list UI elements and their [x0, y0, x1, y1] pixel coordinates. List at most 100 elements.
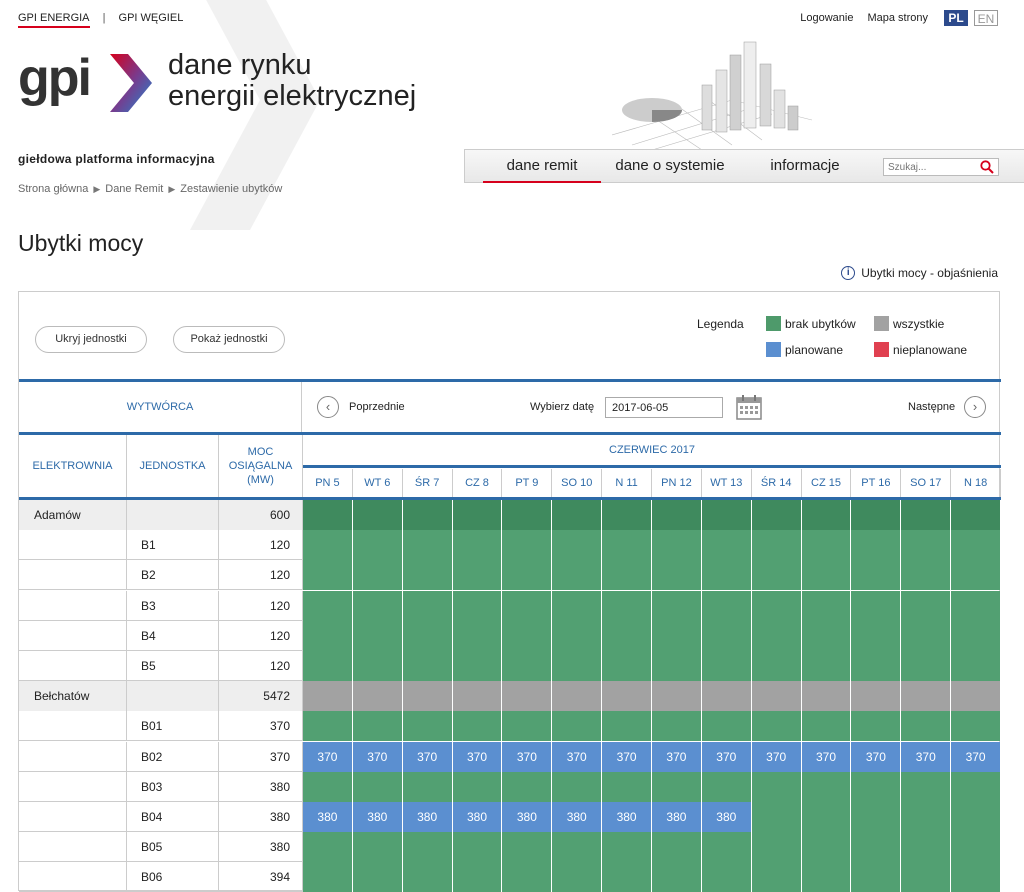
day-cell[interactable] — [402, 832, 453, 863]
day-cell[interactable] — [901, 620, 952, 651]
day-cell[interactable] — [801, 560, 852, 591]
day-cell[interactable] — [901, 590, 952, 621]
day-cell[interactable] — [303, 560, 353, 591]
day-cell[interactable] — [552, 560, 603, 591]
day-cell[interactable] — [452, 500, 503, 530]
day-cell[interactable] — [602, 620, 653, 651]
day-cell[interactable] — [801, 590, 852, 621]
day-cell[interactable] — [402, 530, 453, 561]
day-cell[interactable] — [652, 620, 702, 651]
day-cell[interactable] — [701, 771, 752, 802]
day-cell[interactable] — [851, 651, 902, 681]
day-cell[interactable] — [652, 832, 702, 863]
day-cell[interactable] — [851, 862, 902, 892]
day-cell[interactable] — [652, 500, 702, 530]
day-cell[interactable] — [352, 560, 403, 591]
day-cell[interactable] — [352, 590, 403, 621]
day-cell[interactable] — [751, 862, 802, 892]
date-input[interactable] — [605, 397, 723, 418]
day-cell[interactable]: 380 — [652, 802, 702, 832]
day-cell[interactable] — [901, 802, 952, 832]
day-cell[interactable] — [602, 832, 653, 863]
day-cell[interactable] — [552, 620, 603, 651]
day-cell[interactable] — [502, 560, 553, 591]
day-cell[interactable] — [602, 711, 653, 742]
day-cell[interactable] — [652, 771, 702, 802]
day-cell[interactable] — [801, 711, 852, 742]
day-cell[interactable] — [303, 681, 353, 712]
day-cell[interactable] — [552, 530, 603, 561]
tab-dane-remit[interactable]: dane remit — [483, 150, 601, 183]
day-cell[interactable]: 370 — [602, 741, 653, 772]
day-cell[interactable] — [552, 862, 603, 892]
login-link[interactable]: Logowanie — [800, 12, 853, 24]
day-cell[interactable] — [851, 711, 902, 742]
day-cell[interactable] — [701, 862, 752, 892]
day-cell[interactable] — [701, 620, 752, 651]
day-cell[interactable] — [751, 590, 802, 621]
day-cell[interactable] — [851, 560, 902, 591]
day-cell[interactable] — [701, 711, 752, 742]
day-cell[interactable]: 370 — [402, 741, 453, 772]
day-cell[interactable] — [602, 530, 653, 561]
day-cell[interactable] — [303, 530, 353, 561]
day-cell[interactable] — [452, 832, 503, 863]
day-cell[interactable] — [502, 832, 553, 863]
day-cell[interactable] — [502, 500, 553, 530]
day-cell[interactable] — [602, 560, 653, 591]
day-cell[interactable] — [801, 620, 852, 651]
tab-dane-o-systemie[interactable]: dane o systemie — [605, 150, 735, 183]
day-cell[interactable] — [951, 530, 1002, 561]
prev-arrow-icon[interactable]: ‹ — [317, 396, 339, 418]
day-cell[interactable]: 380 — [552, 802, 603, 832]
day-cell[interactable] — [751, 681, 802, 712]
link-gpi-wegiel[interactable]: GPI WĘGIEL — [119, 12, 184, 24]
day-cell[interactable]: 370 — [851, 741, 902, 772]
tab-informacje[interactable]: informacje — [749, 150, 861, 183]
day-cell[interactable]: 370 — [303, 741, 353, 772]
day-cell[interactable] — [303, 500, 353, 530]
day-cell[interactable] — [801, 500, 852, 530]
day-cell[interactable] — [751, 711, 802, 742]
day-cell[interactable] — [652, 681, 702, 712]
day-cell[interactable] — [901, 560, 952, 591]
day-cell[interactable] — [652, 560, 702, 591]
day-cell[interactable] — [801, 832, 852, 863]
day-cell[interactable]: 370 — [901, 741, 952, 772]
day-cell[interactable] — [901, 651, 952, 681]
day-cell[interactable] — [402, 500, 453, 530]
day-cell[interactable]: 370 — [502, 741, 553, 772]
day-cell[interactable] — [402, 681, 453, 712]
day-cell[interactable] — [751, 771, 802, 802]
day-cell[interactable] — [851, 681, 902, 712]
day-cell[interactable] — [502, 651, 553, 681]
day-cell[interactable] — [552, 832, 603, 863]
day-cell[interactable] — [701, 590, 752, 621]
day-cell[interactable] — [452, 560, 503, 591]
next-label[interactable]: Następne — [908, 401, 955, 413]
day-cell[interactable] — [303, 711, 353, 742]
day-cell[interactable] — [402, 771, 453, 802]
day-cell[interactable] — [751, 560, 802, 591]
calendar-icon[interactable] — [735, 393, 763, 421]
day-cell[interactable] — [652, 651, 702, 681]
day-cell[interactable] — [751, 832, 802, 863]
day-cell[interactable]: 380 — [303, 802, 353, 832]
day-cell[interactable] — [652, 862, 702, 892]
day-cell[interactable] — [502, 771, 553, 802]
sitemap-link[interactable]: Mapa strony — [867, 12, 928, 24]
day-cell[interactable] — [303, 590, 353, 621]
day-cell[interactable] — [851, 500, 902, 530]
day-cell[interactable] — [901, 711, 952, 742]
day-cell[interactable] — [552, 771, 603, 802]
day-cell[interactable] — [452, 681, 503, 712]
day-cell[interactable] — [652, 590, 702, 621]
day-cell[interactable] — [602, 651, 653, 681]
day-cell[interactable] — [751, 620, 802, 651]
day-cell[interactable] — [652, 530, 702, 561]
day-cell[interactable] — [452, 530, 503, 561]
day-cell[interactable] — [502, 590, 553, 621]
show-units-button[interactable]: Pokaż jednostki — [173, 326, 285, 353]
day-cell[interactable] — [502, 681, 553, 712]
day-cell[interactable] — [452, 862, 503, 892]
